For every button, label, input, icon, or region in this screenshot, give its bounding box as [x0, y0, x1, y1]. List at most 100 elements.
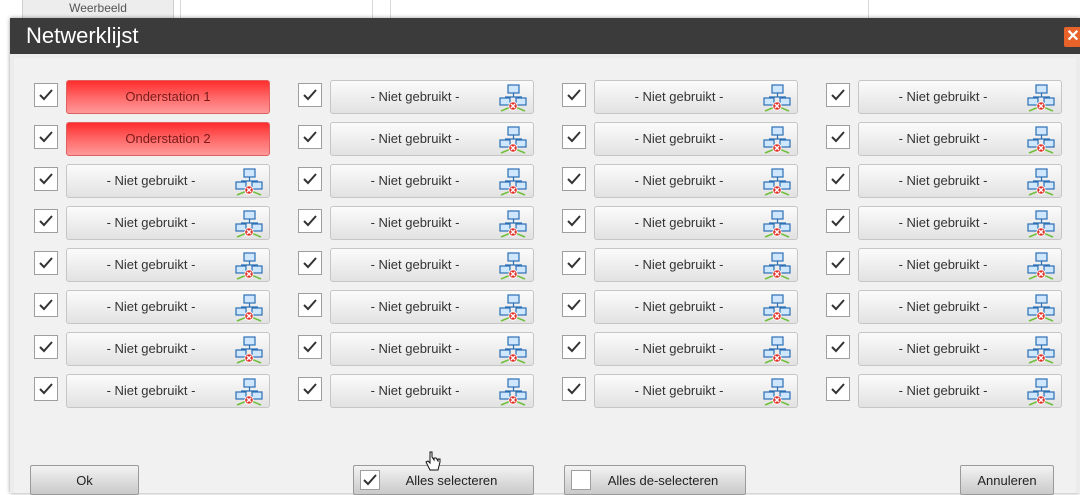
background-tab[interactable]: Weerbeeld	[22, 0, 174, 20]
station-checkbox[interactable]	[298, 251, 322, 275]
station-checkbox[interactable]	[34, 251, 58, 275]
station-button[interactable]: - Niet gebruikt -	[330, 374, 534, 408]
station-button[interactable]: Onderstation 1	[66, 80, 270, 114]
station-checkbox[interactable]	[826, 251, 850, 275]
select-all-button[interactable]: Alles selecteren	[353, 465, 534, 495]
station-button[interactable]: - Niet gebruikt -	[66, 290, 270, 324]
station-button[interactable]: - Niet gebruikt -	[594, 164, 798, 198]
station-checkbox[interactable]	[298, 293, 322, 317]
station-button[interactable]: - Niet gebruikt -	[66, 374, 270, 408]
station-button[interactable]: - Niet gebruikt -	[594, 122, 798, 156]
station-checkbox[interactable]	[562, 167, 586, 191]
network-disconnected-icon	[1027, 336, 1055, 364]
station-checkbox[interactable]	[34, 209, 58, 233]
station-checkbox[interactable]	[34, 293, 58, 317]
station-checkbox[interactable]	[562, 377, 586, 401]
station-button[interactable]: - Niet gebruikt -	[858, 164, 1062, 198]
station-label: - Niet gebruikt -	[370, 257, 460, 272]
station-checkbox[interactable]	[826, 83, 850, 107]
station-label: - Niet gebruikt -	[898, 299, 988, 314]
station-label: - Niet gebruikt -	[898, 89, 988, 104]
station-checkbox[interactable]	[826, 209, 850, 233]
station-label: - Niet gebruikt -	[370, 89, 460, 104]
station-button[interactable]: - Niet gebruikt -	[594, 248, 798, 282]
station-checkbox[interactable]	[298, 209, 322, 233]
station-checkbox[interactable]	[562, 335, 586, 359]
station-button[interactable]: - Niet gebruikt -	[330, 206, 534, 240]
station-checkbox[interactable]	[298, 335, 322, 359]
cancel-button-label: Annuleren	[977, 473, 1037, 488]
ok-button[interactable]: Ok	[30, 465, 139, 495]
network-disconnected-icon	[499, 84, 527, 112]
station-button[interactable]: - Niet gebruikt -	[66, 248, 270, 282]
station-label: - Niet gebruikt -	[106, 383, 196, 398]
station-checkbox[interactable]	[298, 377, 322, 401]
station-button[interactable]: - Niet gebruikt -	[858, 206, 1062, 240]
deselect-all-button[interactable]: Alles de-selecteren	[564, 465, 746, 495]
station-checkbox[interactable]	[562, 125, 586, 149]
station-checkbox[interactable]	[562, 293, 586, 317]
station-checkbox[interactable]	[34, 83, 58, 107]
station-button[interactable]: - Niet gebruikt -	[66, 164, 270, 198]
station-checkbox[interactable]	[34, 335, 58, 359]
station-button[interactable]: Onderstation 2	[66, 122, 270, 156]
checkmark-icon	[567, 299, 581, 311]
station-checkbox[interactable]	[298, 125, 322, 149]
station-button[interactable]: - Niet gebruikt -	[330, 164, 534, 198]
station-button[interactable]: - Niet gebruikt -	[330, 122, 534, 156]
station-checkbox[interactable]	[34, 167, 58, 191]
station-button[interactable]: - Niet gebruikt -	[330, 248, 534, 282]
station-button[interactable]: - Niet gebruikt -	[66, 206, 270, 240]
station-button[interactable]: - Niet gebruikt -	[858, 80, 1062, 114]
station-checkbox[interactable]	[34, 125, 58, 149]
network-disconnected-icon	[499, 252, 527, 280]
station-button[interactable]: - Niet gebruikt -	[858, 332, 1062, 366]
checkmark-icon	[831, 173, 845, 185]
station-label: - Niet gebruikt -	[370, 173, 460, 188]
station-row: - Niet gebruikt -	[826, 122, 1066, 156]
station-checkbox[interactable]	[298, 167, 322, 191]
station-button[interactable]: - Niet gebruikt -	[858, 374, 1062, 408]
checkmark-icon	[303, 89, 317, 101]
station-button[interactable]: - Niet gebruikt -	[66, 332, 270, 366]
station-button[interactable]: - Niet gebruikt -	[594, 374, 798, 408]
station-row: - Niet gebruikt -	[298, 248, 538, 282]
station-button[interactable]: - Niet gebruikt -	[594, 332, 798, 366]
station-label: - Niet gebruikt -	[106, 173, 196, 188]
station-checkbox[interactable]	[826, 377, 850, 401]
station-label: - Niet gebruikt -	[898, 173, 988, 188]
station-button[interactable]: - Niet gebruikt -	[858, 290, 1062, 324]
station-button[interactable]: - Niet gebruikt -	[594, 206, 798, 240]
station-checkbox[interactable]	[562, 209, 586, 233]
station-button[interactable]: - Niet gebruikt -	[858, 122, 1062, 156]
station-button[interactable]: - Niet gebruikt -	[594, 290, 798, 324]
station-row: - Niet gebruikt -	[826, 374, 1066, 408]
station-checkbox[interactable]	[826, 167, 850, 191]
checkmark-icon	[567, 257, 581, 269]
network-disconnected-icon	[763, 126, 791, 154]
station-checkbox[interactable]	[34, 377, 58, 401]
station-label: - Niet gebruikt -	[370, 383, 460, 398]
station-button[interactable]: - Niet gebruikt -	[594, 80, 798, 114]
close-button[interactable]: ✕	[1064, 27, 1080, 47]
network-disconnected-icon	[1027, 378, 1055, 406]
station-button[interactable]: - Niet gebruikt -	[330, 332, 534, 366]
cancel-button[interactable]: Annuleren	[960, 465, 1054, 495]
station-checkbox[interactable]	[298, 83, 322, 107]
station-checkbox[interactable]	[562, 83, 586, 107]
station-checkbox[interactable]	[826, 293, 850, 317]
divider	[390, 0, 391, 18]
station-button[interactable]: - Niet gebruikt -	[330, 290, 534, 324]
station-button[interactable]: - Niet gebruikt -	[330, 80, 534, 114]
dialog-titlebar[interactable]: Netwerklijst ✕	[10, 18, 1080, 54]
station-row: - Niet gebruikt -	[826, 290, 1066, 324]
station-button[interactable]: - Niet gebruikt -	[858, 248, 1062, 282]
station-label: - Niet gebruikt -	[370, 131, 460, 146]
station-row: - Niet gebruikt -	[562, 248, 802, 282]
station-checkbox[interactable]	[562, 251, 586, 275]
station-checkbox[interactable]	[826, 125, 850, 149]
station-checkbox[interactable]	[826, 335, 850, 359]
network-disconnected-icon	[499, 168, 527, 196]
station-label: - Niet gebruikt -	[634, 173, 724, 188]
background-app-strip: Weerbeeld	[0, 0, 1080, 20]
